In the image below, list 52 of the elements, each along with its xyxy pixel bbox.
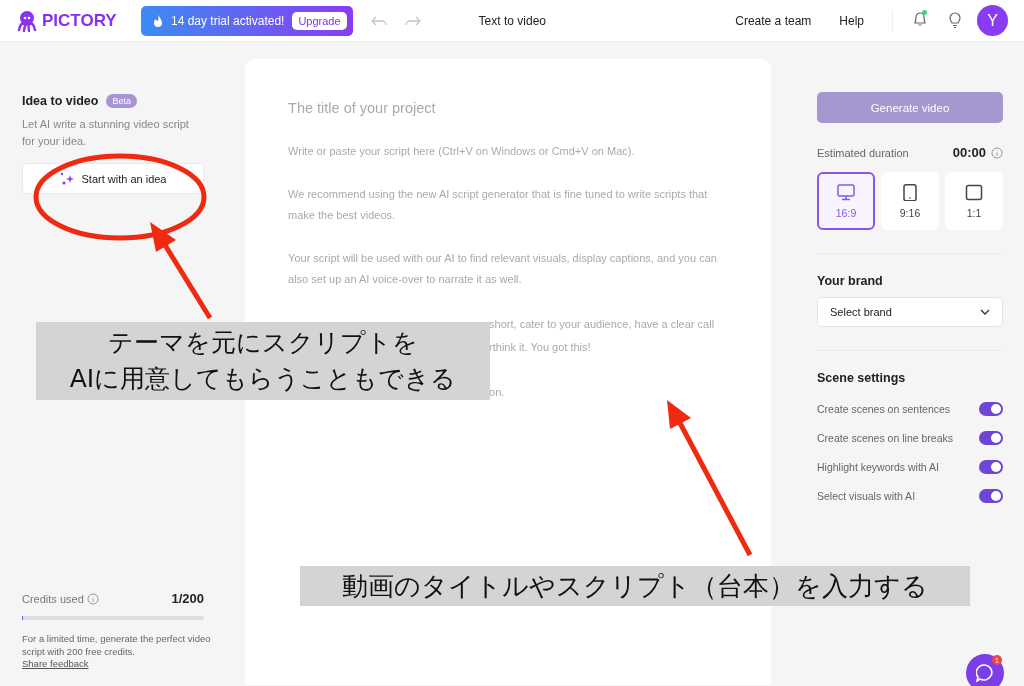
- toggle-label: Select visuals with AI: [817, 489, 916, 502]
- speech-bubble-icon: [976, 664, 994, 682]
- lightbulb-icon[interactable]: [949, 12, 961, 29]
- section-title: Scene settings: [817, 371, 907, 385]
- header-link[interactable]: Create a team: [735, 13, 812, 28]
- section-title: Your brand: [817, 274, 884, 288]
- monitor-icon: [837, 183, 855, 201]
- script-placeholder: rthink it. You got this!: [489, 340, 591, 355]
- start-idea-button[interactable]: Start with an idea: [22, 163, 204, 194]
- toggle-label: Create scenes on sentences: [817, 402, 951, 415]
- info-icon: [991, 146, 1003, 159]
- logo-text: PICTORY: [42, 10, 117, 31]
- duration-label: Estimated duration: [817, 146, 910, 159]
- annotation-caption: テーマを元にスクリプトを AIに用意してもらうこともできる: [36, 322, 490, 400]
- script-placeholder: Your script will be used with our AI to find relevant visuals, display captions, and you can also set up an AI voice-over to narrate it as well.: [288, 250, 718, 287]
- toggle-label: Create scenes on line breaks: [817, 431, 953, 444]
- octopus-icon: [16, 9, 38, 32]
- flame-icon: [153, 14, 163, 27]
- script-placeholder: short, cater to your audience, have a clear call: [489, 316, 715, 332]
- aspect-option[interactable]: 16:9: [817, 172, 875, 230]
- annotation-caption: 動画のタイトルやスクリプト（台本）を入力する: [300, 566, 970, 606]
- phone-icon: [901, 183, 919, 201]
- toggle-switch[interactable]: [979, 430, 1003, 445]
- feedback-link[interactable]: Share feedback: [22, 658, 89, 669]
- square-icon: [965, 183, 983, 201]
- chevron-down-icon: [980, 309, 990, 315]
- upgrade-button[interactable]: Upgrade: [292, 11, 347, 30]
- info-icon: [86, 592, 99, 605]
- user-avatar[interactable]: Y: [977, 5, 1008, 36]
- chat-button[interactable]: [966, 654, 1004, 686]
- beta-badge: Beta: [106, 94, 137, 108]
- page-title: Text to video: [478, 13, 546, 28]
- toggle-switch[interactable]: [979, 459, 1003, 474]
- script-placeholder: on.: [489, 384, 505, 400]
- toggle-switch[interactable]: [979, 401, 1003, 416]
- panel-description: Let AI write a stunning video script for your idea.: [22, 117, 190, 149]
- aspect-option[interactable]: 9:16: [881, 172, 939, 230]
- brand-dropdown[interactable]: Select brand: [817, 297, 1003, 327]
- credits-label: Credits used: [22, 592, 84, 605]
- aspect-option[interactable]: 1:1: [945, 172, 1003, 230]
- toggle-switch[interactable]: [979, 488, 1003, 503]
- trial-text: 14 day trial activated!: [171, 13, 285, 28]
- sparkle-icon: [59, 172, 74, 185]
- title-placeholder: The title of your project: [288, 100, 437, 116]
- script-placeholder: Write or paste your script here (Ctrl+V on Windows or Cmd+V on Mac).: [288, 144, 636, 159]
- credits-note: For a limited time, generate the perfect video script with 200 free credits.: [22, 633, 212, 658]
- script-placeholder: We recommend using the new AI script generator that is fine tuned to write scripts that make the best videos.: [288, 186, 709, 223]
- panel-title: Idea to video: [22, 94, 99, 108]
- header-link[interactable]: Help: [839, 13, 864, 28]
- duration-value: 00:00: [952, 145, 986, 160]
- credits-count: 1/200: [171, 591, 204, 606]
- toggle-label: Highlight keywords with AI: [817, 460, 939, 473]
